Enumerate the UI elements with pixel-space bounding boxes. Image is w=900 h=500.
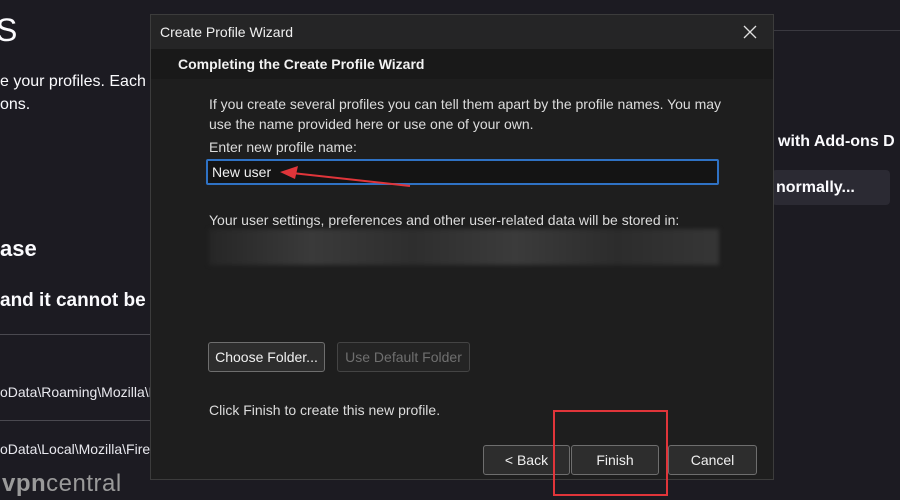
close-icon[interactable]	[727, 15, 773, 49]
dialog-titlebar: Create Profile Wizard	[151, 15, 773, 49]
page-description-line2: ons.	[0, 96, 31, 113]
profile-name-label: Enter new profile name:	[209, 139, 357, 155]
wizard-header: Completing the Create Profile Wizard	[151, 49, 773, 79]
section-heading-fragment: ase	[0, 236, 37, 261]
dialog-title: Create Profile Wizard	[160, 24, 294, 40]
profile-path-local: oData\Local\Mozilla\Firefo	[0, 441, 162, 457]
divider	[0, 420, 150, 421]
restart-normally-button[interactable]: normally...	[772, 170, 890, 205]
page-title-fragment: S	[0, 12, 18, 48]
storage-location-path-blurred	[209, 229, 719, 265]
restart-with-addons-button[interactable]: with Add-ons D	[772, 130, 900, 154]
watermark-logo: vpncentral	[2, 470, 122, 497]
divider	[0, 334, 150, 335]
finish-highlight-box	[553, 410, 668, 496]
choose-folder-button[interactable]: Choose Folder...	[208, 342, 325, 372]
intro-text: If you create several profiles you can t…	[209, 96, 722, 132]
finish-instruction: Click Finish to create this new profile.	[209, 402, 441, 418]
storage-location-label: Your user settings, preferences and othe…	[209, 212, 680, 228]
cancel-button[interactable]: Cancel	[668, 445, 757, 475]
profile-path-roaming: oData\Roaming\Mozilla\F	[0, 384, 158, 400]
annotation-arrow-icon	[280, 166, 411, 187]
section-subheading-fragment: and it cannot be	[0, 290, 146, 311]
use-default-folder-button[interactable]: Use Default Folder	[337, 342, 470, 372]
create-profile-wizard-dialog: Create Profile Wizard Completing the Cre…	[150, 14, 774, 480]
page-description-line1: e your profiles. Each	[0, 73, 146, 90]
